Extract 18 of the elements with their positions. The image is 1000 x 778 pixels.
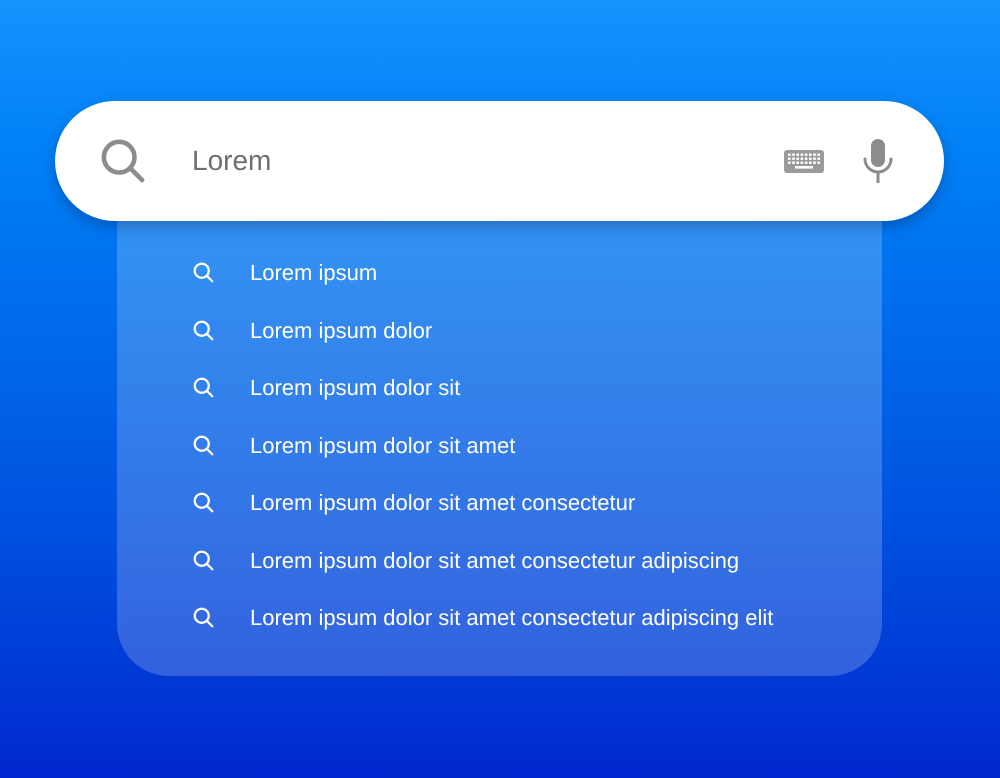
search-input[interactable]: Lorem [192,141,752,181]
suggestion-item[interactable]: Lorem ipsum dolor sit amet consectetur [117,474,882,532]
suggestion-item[interactable]: Lorem ipsum dolor sit [117,359,882,416]
search-icon [193,262,214,284]
suggestion-item[interactable]: Lorem ipsum dolor sit amet [117,416,882,474]
search-icon [100,138,146,184]
search-icon [193,320,214,341]
suggestion-item[interactable]: Lorem ipsum dolor sit amet consectetur adipiscing [117,532,882,589]
suggestion-item[interactable]: Lorem ipsum dolor sit amet consectetur adipiscing elit [117,589,882,646]
search-icon [193,434,214,456]
search-icon [193,607,214,628]
keyboard-icon[interactable] [784,150,824,172]
search-icon [193,377,214,398]
suggestion-item[interactable]: Lorem ipsum dolor [117,302,882,359]
search-icon [193,550,214,571]
suggestion-item[interactable]: Lorem ipsum [117,244,882,302]
search-icon [193,492,214,514]
microphone-icon[interactable] [862,139,894,183]
